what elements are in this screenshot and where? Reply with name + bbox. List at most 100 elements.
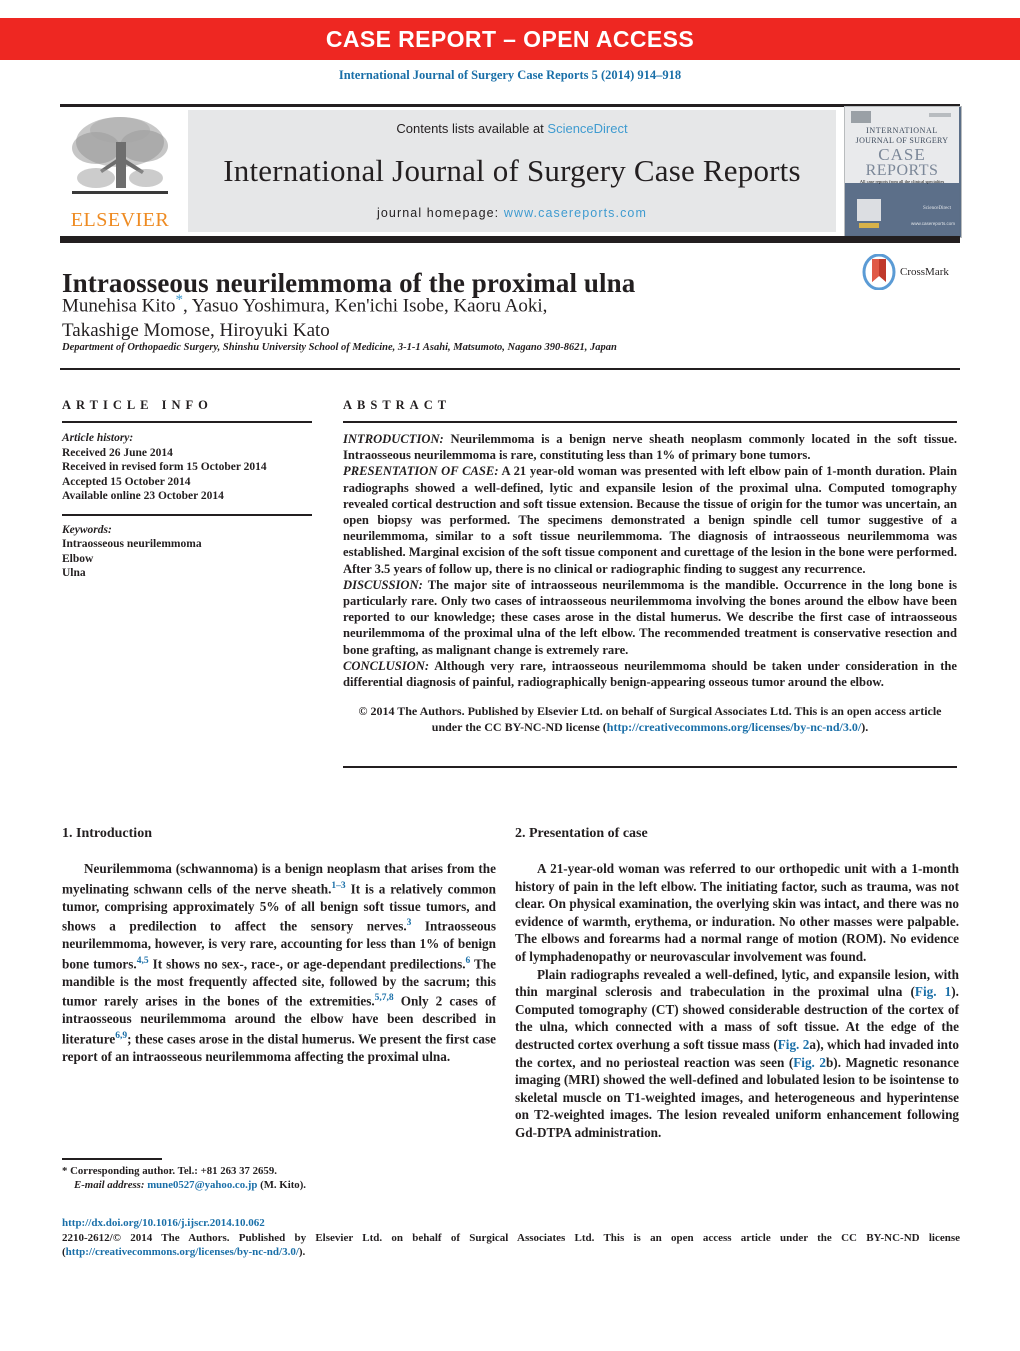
abstract-section-text: Although very rare, intraosseous neurile…: [343, 658, 957, 690]
author-email-link[interactable]: mune0527@yahoo.co.jp: [147, 1179, 257, 1191]
citation-ref[interactable]: 1–3: [331, 881, 345, 891]
svg-text:www.casereports.com: www.casereports.com: [911, 221, 955, 226]
keywords-block: Keywords: Intraosseous neurilemmoma Elbo…: [62, 523, 312, 581]
article-page: CASE REPORT – OPEN ACCESS International …: [0, 0, 1020, 1351]
svg-text:ScienceDirect: ScienceDirect: [923, 206, 952, 211]
homepage-prefix: journal homepage:: [377, 206, 504, 220]
abstract-section-label: CONCLUSION:: [343, 658, 430, 673]
crossmark-badge[interactable]: CrossMark: [862, 250, 960, 294]
crossmark-label: CrossMark: [900, 266, 949, 278]
keyword-item: Intraosseous neurilemmoma: [62, 538, 202, 550]
section-heading-presentation: 2. Presentation of case: [515, 826, 648, 841]
email-suffix: (M. Kito).: [257, 1178, 306, 1191]
abstract-section-label: DISCUSSION:: [343, 577, 423, 592]
abstract-section: DISCUSSION: The major site of intraosseo…: [343, 577, 957, 658]
sciencedirect-link[interactable]: ScienceDirect: [547, 121, 627, 136]
journal-citation: International Journal of Surgery Case Re…: [338, 68, 682, 82]
intro-t6: It shows no sex-, race-, or age-dependan…: [148, 956, 466, 972]
history-item: Accepted 15 October 2014: [62, 475, 191, 488]
figure-ref-2a[interactable]: Fig. 2: [778, 1037, 810, 1052]
case-paragraph-1: A 21-year-old woman was referred to our …: [515, 861, 959, 964]
section-heading-introduction: 1. Introduction: [62, 826, 152, 841]
abstract-section-text: A 21 year-old woman was presented with l…: [343, 464, 957, 576]
keywords-rule: [62, 513, 312, 516]
svg-text:INTERNATIONAL: INTERNATIONAL: [866, 126, 938, 135]
elsevier-wordmark: ELSEVIER: [70, 209, 170, 231]
keywords-label: Keywords:: [62, 523, 112, 536]
article-info-rule: [62, 421, 312, 423]
cover-art: INTERNATIONAL JOURNAL OF SURGERY CASE RE…: [845, 107, 959, 235]
author-first: Munehisa Kito: [62, 295, 176, 317]
history-item: Received in revised form 15 October 2014: [62, 461, 267, 473]
abstract-section: PRESENTATION OF CASE: A 21 year-old woma…: [343, 463, 957, 576]
abstract-section: CONCLUSION: Although very rare, intraoss…: [343, 658, 957, 690]
abstract-column: ABSTRACT INTRODUCTION: Neurilemmoma is a…: [343, 398, 957, 735]
abstract-section-label: PRESENTATION OF CASE:: [343, 464, 499, 479]
affiliation: Department of Orthopaedic Surgery, Shins…: [62, 342, 617, 353]
citation-ref[interactable]: 4,5: [137, 956, 149, 966]
banner-label: CASE REPORT – OPEN ACCESS: [325, 25, 695, 52]
figure-ref-1[interactable]: Fig. 1: [915, 984, 951, 999]
journal-title: International Journal of Surgery Case Re…: [223, 153, 801, 188]
elsevier-tree-icon: [72, 117, 168, 194]
citation-ref[interactable]: 5,7,8: [375, 993, 394, 1003]
open-access-banner: CASE REPORT – OPEN ACCESS: [0, 18, 1020, 60]
authors-line2: Takashige Momose, Hiroyuki Kato: [62, 320, 330, 342]
corresponding-author-marker[interactable]: *: [175, 292, 183, 308]
abstract-copyright: © 2014 The Authors. Published by Elsevie…: [343, 704, 957, 735]
svg-text:REPORTS: REPORTS: [866, 162, 939, 179]
case-paragraph-2: Plain radiographs revealed a well-define…: [515, 966, 959, 1142]
footnote-line-2: E-mail address: mune0527@yahoo.co.jp (M.…: [62, 1179, 502, 1193]
author-list: Munehisa Kito*, Yasuo Yoshimura, Ken'ich…: [62, 288, 762, 343]
history-item: Received 26 June 2014: [62, 446, 173, 459]
masthead-top-rule: [60, 104, 960, 107]
body-column-right: 2. Presentation of case A 21-year-old wo…: [515, 826, 959, 1142]
article-history-label: Article history:: [62, 432, 134, 444]
email-label: E-mail address:: [74, 1178, 145, 1191]
footnote-corresponding: Corresponding author. Tel.: +81 263 37 2…: [67, 1165, 277, 1177]
contents-line: Contents lists available at ScienceDirec…: [396, 121, 627, 136]
body-column-left: 1. Introduction Neurilemmoma (schwannoma…: [62, 826, 496, 1065]
intro-t12: ; these cases arose in the distal humeru…: [62, 1031, 496, 1064]
article-info-heading: ARTICLE INFO: [62, 398, 213, 412]
article-info-column: ARTICLE INFO Article history: Received 2…: [62, 398, 312, 581]
masthead-bottom-rule: [60, 236, 960, 243]
abstract-section: INTRODUCTION: Neurilemmoma is a benign n…: [343, 431, 957, 463]
journal-homepage-link[interactable]: www.casereports.com: [504, 206, 647, 220]
svg-text:All case reports from all the: All case reports from all the clinical s…: [860, 179, 945, 184]
corresponding-author-footnote: * Corresponding author. Tel.: +81 263 37…: [62, 1165, 502, 1192]
citation-ref[interactable]: 6,9: [115, 1031, 127, 1041]
keyword-item: Ulna: [62, 567, 86, 579]
masthead: ELSEVIER Contents lists available at Sci…: [60, 106, 962, 238]
journal-band: Contents lists available at ScienceDirec…: [188, 110, 836, 232]
copyright-text-2: ).: [861, 719, 869, 734]
footnote-line-1: * Corresponding author. Tel.: +81 263 37…: [62, 1165, 502, 1179]
footer-license-link[interactable]: http://creativecommons.org/licenses/by-n…: [66, 1246, 299, 1258]
keyword-item: Elbow: [62, 552, 94, 565]
svg-text:JOURNAL OF SURGERY: JOURNAL OF SURGERY: [856, 136, 949, 145]
article-history: Article history: Received 26 June 2014 R…: [62, 431, 312, 504]
introduction-paragraph: Neurilemmoma (schwannoma) is a benign ne…: [62, 860, 496, 1065]
authors-rest-line1: , Yasuo Yoshimura, Ken'ichi Isobe, Kaoru…: [182, 295, 548, 317]
figure-ref-2b[interactable]: Fig. 2: [793, 1055, 826, 1070]
footer-issn-end: ).: [298, 1246, 306, 1258]
crossmark-icon: [862, 254, 896, 290]
abstract-rule: [343, 421, 957, 423]
abstract-section-label: INTRODUCTION:: [343, 432, 444, 446]
footer-license-text: 2210-2612/© 2014 The Authors. Published …: [62, 1231, 960, 1260]
abstract-heading: ABSTRACT: [343, 398, 452, 412]
abstract-body: INTRODUCTION: Neurilemmoma is a benign n…: [343, 431, 957, 690]
case-t0: Plain radiographs revealed a well-define…: [515, 966, 959, 1000]
doi-link[interactable]: http://dx.doi.org/10.1016/j.ijscr.2014.1…: [62, 1216, 960, 1231]
history-item: Available online 23 October 2014: [62, 490, 224, 502]
journal-cover-thumbnail: INTERNATIONAL JOURNAL OF SURGERY CASE RE…: [844, 106, 962, 238]
elsevier-logo: ELSEVIER: [60, 110, 180, 232]
abstract-bottom-rule: [343, 766, 957, 768]
page-footer: http://dx.doi.org/10.1016/j.ijscr.2014.1…: [62, 1216, 960, 1260]
abstract-section-text: The major site of intraosseous neurilemm…: [343, 577, 957, 657]
contents-prefix: Contents lists available at: [396, 121, 548, 136]
cc-license-link[interactable]: http://creativecommons.org/licenses/by-n…: [607, 720, 861, 734]
journal-homepage-line: journal homepage: www.casereports.com: [377, 206, 647, 220]
title-block-rule: [60, 368, 960, 370]
footnote-rule: [62, 1158, 162, 1160]
